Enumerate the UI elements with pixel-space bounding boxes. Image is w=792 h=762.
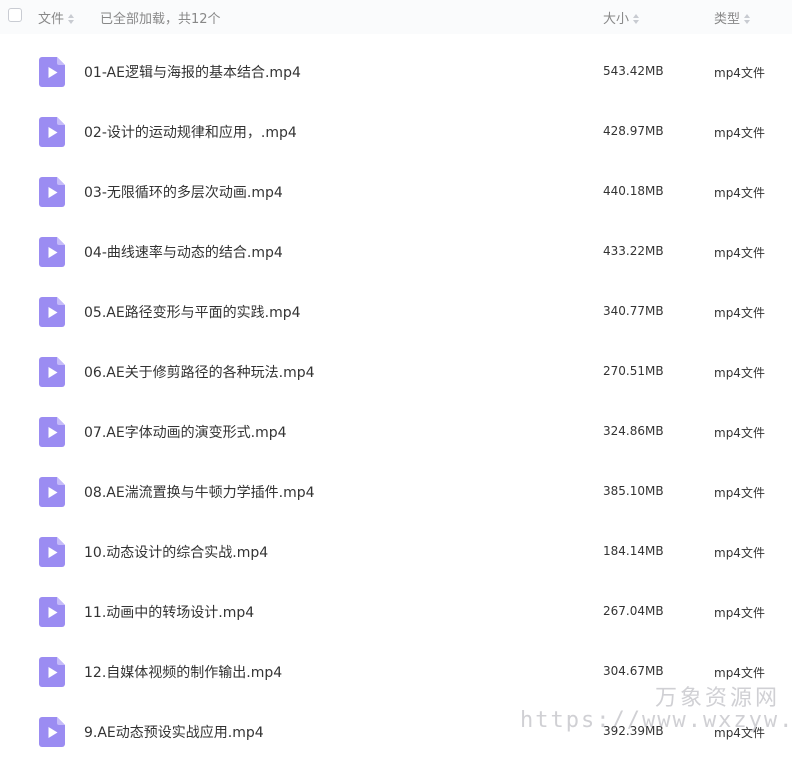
file-size: 543.42MB [603,64,664,78]
file-size: 184.14MB [603,544,664,558]
file-name[interactable]: 06.AE关于修剪路径的各种玩法.mp4 [84,362,315,382]
file-row[interactable]: 02-设计的运动规律和应用，.mp4 428.97MB mp4文件 [0,102,792,162]
file-type: mp4文件 [714,246,765,260]
file-size: 270.51MB [603,364,664,378]
file-name[interactable]: 04-曲线速率与动态的结合.mp4 [84,242,283,262]
file-row[interactable]: 08.AE湍流置换与牛顿力学插件.mp4 385.10MB mp4文件 [0,462,792,522]
file-type: mp4文件 [714,606,765,620]
video-file-icon [39,657,65,687]
file-size: 428.97MB [603,124,664,138]
file-size: 267.04MB [603,604,664,618]
file-size: 324.86MB [603,424,664,438]
file-name[interactable]: 03-无限循环的多层次动画.mp4 [84,182,283,202]
file-name[interactable]: 12.自媒体视频的制作输出.mp4 [84,662,282,682]
video-file-icon [39,177,65,207]
file-size: 385.10MB [603,484,664,498]
file-name[interactable]: 11.动画中的转场设计.mp4 [84,602,254,622]
file-type: mp4文件 [714,366,765,380]
sort-icon[interactable] [744,13,751,24]
watermark-url: https://www.wxzyw.cn [520,708,792,733]
file-size: 340.77MB [603,304,664,318]
file-row[interactable]: 10.动态设计的综合实战.mp4 184.14MB mp4文件 [0,522,792,582]
file-name[interactable]: 9.AE动态预设实战应用.mp4 [84,722,264,742]
file-size: 433.22MB [603,244,664,258]
file-row[interactable]: 06.AE关于修剪路径的各种玩法.mp4 270.51MB mp4文件 [0,342,792,402]
file-type: mp4文件 [714,426,765,440]
file-type: mp4文件 [714,66,765,80]
file-type: mp4文件 [714,126,765,140]
file-size: 440.18MB [603,184,664,198]
file-list: 01-AE逻辑与海报的基本结合.mp4 543.42MB mp4文件 02-设计的运动… [0,42,792,762]
file-type: mp4文件 [714,546,765,560]
file-list-header: 文件 已全部加载，共12个 大小 类型 [0,0,792,34]
video-file-icon [39,537,65,567]
file-type: mp4文件 [714,186,765,200]
column-header-file[interactable]: 文件 [38,8,75,27]
file-type: mp4文件 [714,486,765,500]
file-type: mp4文件 [714,306,765,320]
video-file-icon [39,297,65,327]
video-file-icon [39,57,65,87]
file-row[interactable]: 01-AE逻辑与海报的基本结合.mp4 543.42MB mp4文件 [0,42,792,102]
file-size: 304.67MB [603,664,664,678]
file-name[interactable]: 02-设计的运动规律和应用，.mp4 [84,122,297,142]
select-all-checkbox[interactable] [8,8,22,22]
video-file-icon [39,417,65,447]
video-file-icon [39,117,65,147]
sort-icon[interactable] [633,13,640,24]
file-type: mp4文件 [714,666,765,680]
file-row[interactable]: 04-曲线速率与动态的结合.mp4 433.22MB mp4文件 [0,222,792,282]
file-name[interactable]: 05.AE路径变形与平面的实践.mp4 [84,302,301,322]
file-name[interactable]: 08.AE湍流置换与牛顿力学插件.mp4 [84,482,315,502]
video-file-icon [39,717,65,747]
video-file-icon [39,477,65,507]
file-row[interactable]: 07.AE字体动画的演变形式.mp4 324.86MB mp4文件 [0,402,792,462]
file-name[interactable]: 01-AE逻辑与海报的基本结合.mp4 [84,62,301,82]
file-row[interactable]: 03-无限循环的多层次动画.mp4 440.18MB mp4文件 [0,162,792,222]
loaded-status: 已全部加载，共12个 [100,12,221,27]
file-row[interactable]: 11.动画中的转场设计.mp4 267.04MB mp4文件 [0,582,792,642]
file-name[interactable]: 07.AE字体动画的演变形式.mp4 [84,422,287,442]
video-file-icon [39,357,65,387]
file-name[interactable]: 10.动态设计的综合实战.mp4 [84,542,268,562]
column-header-type[interactable]: 类型 [714,8,751,27]
video-file-icon [39,237,65,267]
file-row[interactable]: 05.AE路径变形与平面的实践.mp4 340.77MB mp4文件 [0,282,792,342]
video-file-icon [39,597,65,627]
column-header-size[interactable]: 大小 [603,8,640,27]
sort-icon[interactable] [68,13,75,24]
